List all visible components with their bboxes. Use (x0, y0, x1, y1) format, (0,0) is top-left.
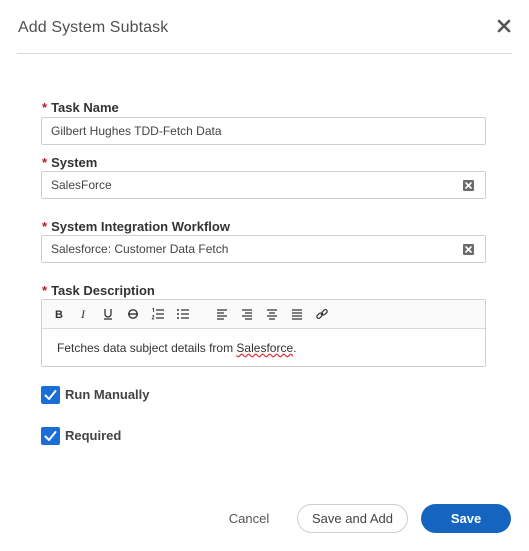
dialog-title: Add System Subtask (18, 19, 169, 36)
run-manually-label: Run Manually (65, 387, 150, 402)
system-select[interactable]: SalesForce (41, 171, 486, 199)
system-label: * System (42, 155, 97, 170)
clear-workflow-icon[interactable] (463, 244, 474, 255)
run-manually-checkbox[interactable] (41, 386, 60, 404)
required-label: Required (65, 428, 122, 443)
task-name-label: * Task Name (42, 100, 119, 115)
clear-system-icon[interactable] (463, 180, 474, 191)
workflow-label: * System Integration Workflow (42, 219, 230, 234)
required-checkbox[interactable] (41, 427, 60, 445)
underline-icon[interactable] (101, 307, 115, 321)
dialog-header: Add System Subtask (0, 0, 529, 54)
task-name-value: Gilbert Hughes TDD-Fetch Data (51, 124, 222, 138)
description-text-prefix: Fetches data subject details from (57, 341, 237, 355)
align-left-icon[interactable] (215, 307, 229, 321)
workflow-label-text: System Integration Workflow (51, 219, 230, 234)
system-label-text: System (51, 155, 98, 170)
task-description-editor[interactable]: B I Fetches data subject details from Sa… (41, 299, 486, 367)
add-system-subtask-dialog: Add System Subtask * Task Name Gilbert Hu… (0, 0, 529, 551)
system-value: SalesForce (51, 178, 112, 192)
required-marker: * (42, 219, 48, 234)
ordered-list-icon[interactable] (151, 307, 165, 321)
task-description-label-text: Task Description (51, 283, 155, 298)
task-description-text: Fetches data subject details from Salesf… (57, 341, 296, 355)
unordered-list-icon[interactable] (176, 307, 190, 321)
align-justify-icon[interactable] (290, 307, 304, 321)
description-spellcheck-word: Salesforce (236, 341, 294, 355)
header-divider (17, 53, 512, 54)
task-name-label-text: Task Name (51, 100, 119, 115)
bold-icon[interactable]: B (52, 307, 66, 321)
align-center-icon[interactable] (265, 307, 279, 321)
editor-toolbar: B I (42, 300, 485, 329)
required-marker: * (42, 283, 48, 298)
link-icon[interactable] (315, 307, 329, 321)
workflow-value: Salesforce: Customer Data Fetch (51, 242, 229, 256)
required-marker: * (42, 155, 48, 170)
svg-text:I: I (80, 307, 86, 321)
cancel-button[interactable]: Cancel (222, 508, 276, 530)
italic-icon[interactable]: I (77, 307, 91, 321)
close-icon[interactable] (496, 18, 512, 34)
save-and-add-button[interactable]: Save and Add (297, 504, 408, 533)
required-marker: * (42, 100, 48, 115)
workflow-select[interactable]: Salesforce: Customer Data Fetch (41, 235, 486, 263)
save-button[interactable]: Save (421, 504, 511, 533)
svg-text:B: B (55, 309, 63, 321)
align-right-icon[interactable] (240, 307, 254, 321)
strikethrough-icon[interactable] (126, 307, 140, 321)
description-text-suffix: . (293, 341, 297, 355)
task-description-label: * Task Description (42, 283, 155, 298)
task-name-input[interactable]: Gilbert Hughes TDD-Fetch Data (41, 117, 486, 145)
